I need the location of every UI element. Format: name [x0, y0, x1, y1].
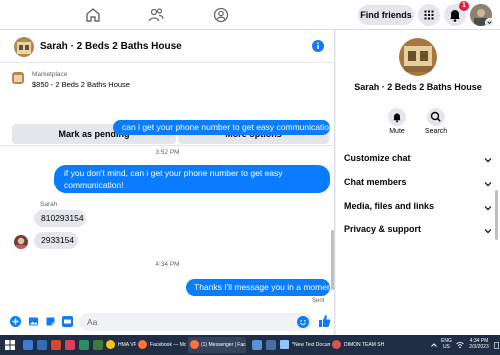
conversation-name: Sarah · 2 Beds 2 Baths House	[354, 82, 482, 92]
chevron-down-icon	[484, 158, 492, 163]
outgoing-message[interactable]: can i get your phone number to get easy …	[113, 120, 334, 135]
taskbar-app-label: HMA VPN	[118, 342, 136, 348]
top-navigation-bar: Find friends 1	[0, 0, 500, 30]
profile-photo[interactable]	[399, 38, 437, 76]
message-status: Sent	[312, 298, 325, 304]
incoming-message[interactable]: 2933154	[34, 232, 78, 249]
vpn-icon	[106, 340, 115, 349]
taskbar-app-label: *New Text Document (3	[292, 342, 330, 348]
search-icon	[430, 111, 441, 122]
chat-panel: Sarah · 2 Beds 2 Baths House Marketplace…	[0, 30, 335, 335]
vscode-icon[interactable]	[37, 340, 47, 350]
message-line: communication!	[64, 180, 124, 190]
taskbar-app-notepad[interactable]: *New Text Document (3	[280, 337, 330, 353]
gif-icon[interactable]	[62, 316, 73, 327]
wifi-icon[interactable]	[456, 341, 464, 349]
chevron-down-icon	[484, 182, 492, 187]
incoming-message[interactable]: 810293154	[34, 210, 86, 227]
grid-icon	[424, 10, 434, 20]
menu-grid-button[interactable]	[418, 4, 440, 26]
thumbs-up-icon[interactable]	[318, 314, 331, 328]
listing-detail[interactable]: $850 - 2 Beds 2 Baths House	[32, 80, 130, 89]
app-icon[interactable]	[65, 340, 75, 350]
friends-icon[interactable]	[148, 7, 164, 23]
outgoing-message[interactable]: if you don't mind, can i get your phone …	[54, 165, 330, 193]
mute-label: Mute	[389, 128, 405, 135]
account-chevron-icon[interactable]	[485, 18, 494, 27]
taskbar-app-label: Facebook — Mozilla Fir	[150, 342, 186, 348]
mute-button[interactable]	[388, 108, 406, 126]
taskbar-app-label: DIMON TEAM SHEETS -	[344, 342, 384, 348]
info-icon[interactable]	[312, 40, 324, 52]
sticker-icon[interactable]	[45, 316, 56, 327]
notepad-icon	[280, 340, 289, 349]
app-icon[interactable]	[266, 340, 276, 350]
chat-members-row[interactable]: Chat members	[344, 177, 494, 191]
row-label: Chat members	[344, 177, 407, 187]
search-label: Search	[424, 128, 448, 135]
language-indicator[interactable]: ENG US	[441, 338, 452, 350]
home-icon[interactable]	[85, 7, 101, 23]
message-timestamp: 3:52 PM	[155, 149, 180, 156]
app-icon[interactable]	[93, 340, 103, 350]
customize-chat-row[interactable]: Customize chat	[344, 153, 494, 167]
chat-title[interactable]: Sarah · 2 Beds 2 Baths House	[40, 41, 182, 52]
photo-icon[interactable]	[28, 316, 39, 327]
row-label: Customize chat	[344, 153, 411, 163]
media-files-links-row[interactable]: Media, files and links	[344, 201, 494, 215]
system-clock[interactable]: 4:34 PM 2/3/2023	[466, 338, 492, 350]
firefox-icon	[138, 340, 147, 349]
row-label: Media, files and links	[344, 201, 435, 211]
chevron-down-icon	[484, 229, 492, 234]
firefox-icon	[190, 340, 199, 349]
clock-date: 2/3/2023	[469, 344, 489, 350]
notifications-icon[interactable]	[494, 342, 499, 349]
chevron-down-icon	[484, 206, 492, 211]
message-input[interactable]: Aa	[79, 313, 312, 331]
notification-badge: 1	[459, 1, 469, 11]
outgoing-message[interactable]: Thanks I'll message you in a moment	[186, 279, 334, 296]
chat-avatar[interactable]	[14, 37, 34, 57]
privacy-support-row[interactable]: Privacy & support	[344, 224, 494, 238]
taskbar-app-label: (1) Messenger | Faceboo	[201, 342, 246, 348]
listing-label: Marketplace	[32, 71, 68, 78]
conversation-info-panel: Sarah · 2 Beds 2 Baths House Mute Search…	[336, 30, 500, 335]
find-friends-button[interactable]: Find friends	[358, 5, 414, 25]
search-button[interactable]	[427, 108, 445, 126]
region-code: US	[442, 344, 450, 350]
task-view-icon[interactable]	[23, 340, 33, 350]
browser-icon	[332, 340, 341, 349]
info-panel-scrollbar[interactable]	[495, 190, 498, 240]
taskbar-app-sheets[interactable]: DIMON TEAM SHEETS -	[332, 337, 384, 353]
message-composer: Aa	[0, 309, 335, 335]
app-icon[interactable]	[79, 340, 89, 350]
message-input-placeholder: Aa	[87, 317, 98, 327]
listing-thumbnail[interactable]	[12, 72, 24, 84]
chat-scrollbar[interactable]	[331, 230, 334, 290]
sender-avatar[interactable]	[14, 235, 28, 249]
brave-icon[interactable]	[51, 340, 61, 350]
plus-icon[interactable]	[10, 316, 21, 327]
emoji-icon[interactable]	[297, 316, 309, 328]
row-label: Privacy & support	[344, 224, 422, 234]
taskbar-app-firefox[interactable]: Facebook — Mozilla Fir	[138, 337, 186, 353]
taskbar-app-messenger[interactable]: (1) Messenger | Faceboo	[188, 337, 246, 353]
message-timestamp: 4:34 PM	[155, 261, 180, 268]
windows-start-icon[interactable]	[5, 340, 15, 350]
app-icon[interactable]	[252, 340, 262, 350]
windows-taskbar: HMA VPN Facebook — Mozilla Fir (1) Messe…	[0, 335, 500, 355]
chat-header: Sarah · 2 Beds 2 Baths House	[0, 30, 335, 63]
profile-icon[interactable]	[213, 7, 229, 23]
message-line: if you don't mind, can i get your phone …	[64, 168, 283, 178]
taskbar-app-vpn[interactable]: HMA VPN	[106, 337, 136, 353]
bell-icon	[393, 113, 401, 123]
sender-name: Sarah	[40, 201, 58, 208]
chevron-up-icon[interactable]	[430, 341, 438, 349]
